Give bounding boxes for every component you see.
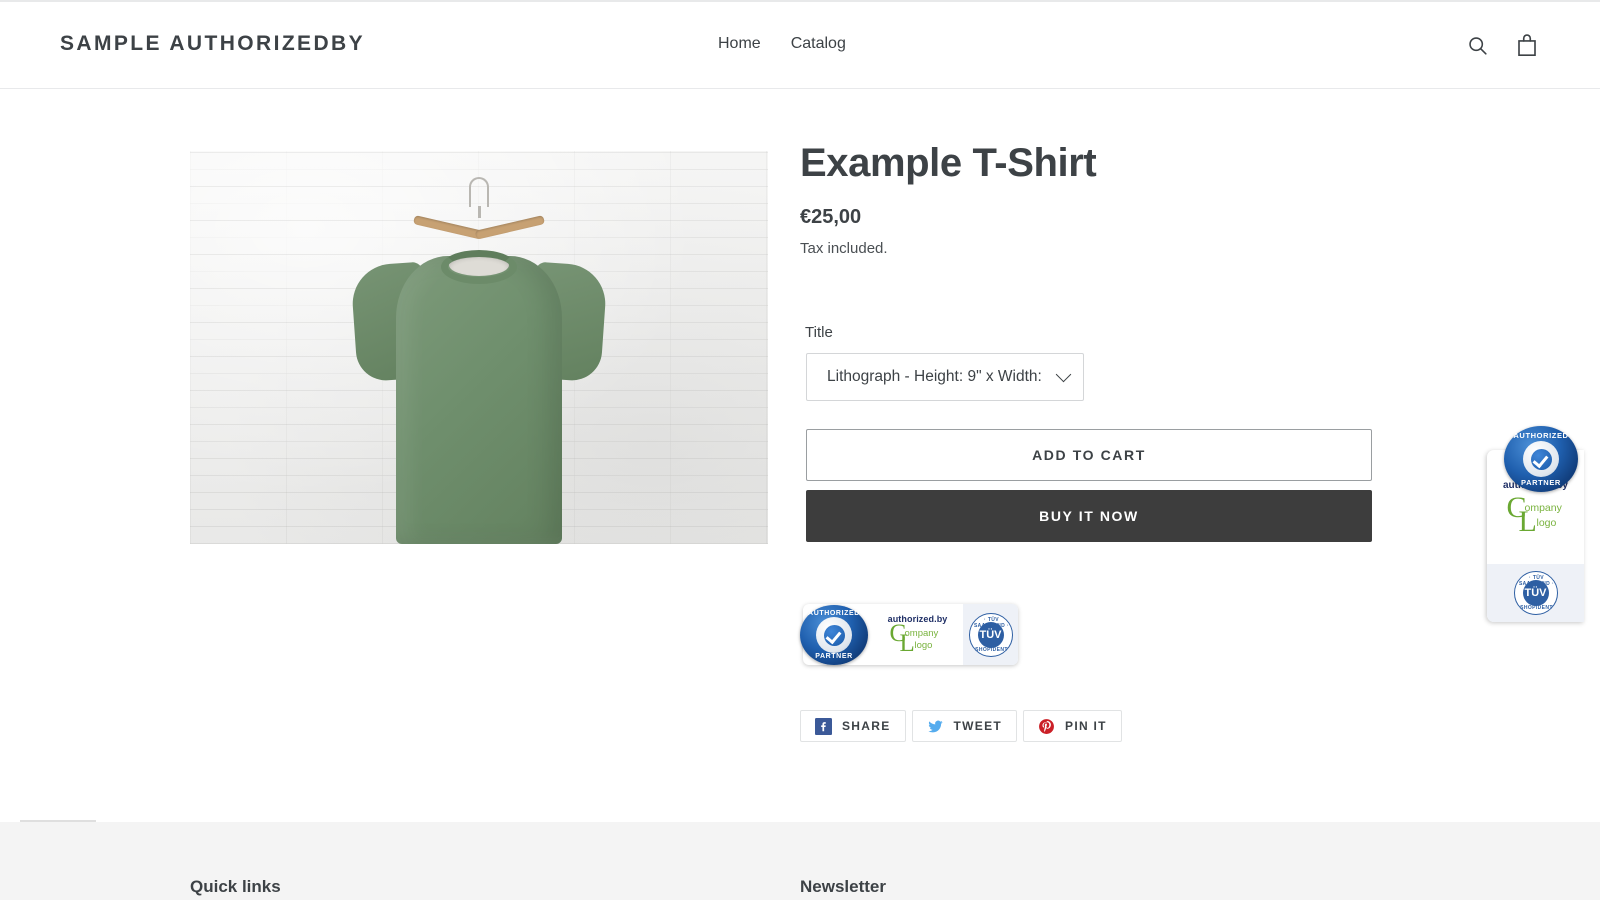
- authorized-partner-seal-icon: AUTHORIZED PARTNER: [800, 605, 868, 665]
- share-pinterest-label: Pin it: [1065, 719, 1107, 733]
- tuv-seal-bottom-text: SHOPIDENT: [975, 646, 1008, 653]
- company-logo-word-company: ompany: [904, 628, 939, 639]
- add-to-cart-button[interactable]: Add to cart: [806, 429, 1372, 481]
- company-logo-icon-sticky: C L ompany logo: [1501, 493, 1571, 539]
- nav-item-home[interactable]: Home: [718, 35, 761, 53]
- tuv-seal-sticky-bottom-text: SHOPIDENT: [1520, 605, 1553, 611]
- site-header: Sample authorizedby Home Catalog: [0, 2, 1600, 89]
- tax-note: Tax included.: [800, 240, 888, 257]
- site-footer: Quick links Newsletter: [0, 810, 1600, 900]
- partner-seal-bottom-text: PARTNER: [815, 653, 853, 660]
- cart-icon[interactable]: [1514, 30, 1540, 60]
- product-price: €25,00: [800, 206, 862, 228]
- company-logo-icon: C L ompany logo: [887, 621, 949, 656]
- footer-cut-element: [20, 810, 96, 822]
- partner-seal-top-text: AUTHORIZED: [808, 610, 860, 617]
- tuv-seal-sticky-top-text: · TÜV SAARLAND ·: [1518, 575, 1555, 587]
- share-twitter-button[interactable]: Tweet: [911, 710, 1018, 742]
- company-logo-sticky-word-company: ompany: [1524, 502, 1562, 514]
- share-twitter-label: Tweet: [953, 719, 1003, 733]
- product-page-main: Example T-Shirt €25,00 Tax included. Tit…: [0, 90, 1600, 820]
- tshirt-graphic: [350, 236, 608, 544]
- product-title: Example T-Shirt: [800, 141, 1097, 185]
- share-buttons: Share Tweet Pin it: [800, 710, 1122, 742]
- tuv-seal-panel-sticky: · TÜV SAARLAND · TÜV SHOPIDENT: [1487, 564, 1584, 622]
- tuv-seal-top-text: · TÜV SAARLAND ·: [973, 616, 1010, 629]
- check-mark-shape: [823, 624, 845, 646]
- chevron-down-icon: [1055, 366, 1072, 382]
- product-image[interactable]: [190, 151, 768, 544]
- tshirt-collar: [441, 250, 517, 284]
- check-circle-icon: [816, 617, 852, 653]
- company-logo-word-logo: logo: [914, 640, 933, 651]
- header-actions: [1464, 30, 1540, 60]
- trustbadge-inline[interactable]: ··· authorized.by C L ompany logo · TÜV …: [800, 604, 1018, 668]
- nav-item-catalog[interactable]: Catalog: [791, 35, 846, 53]
- tuv-seal-icon: · TÜV SAARLAND · TÜV SHOPIDENT: [968, 612, 1013, 657]
- buy-it-now-button[interactable]: Buy it now: [806, 490, 1372, 542]
- partner-seal-sticky-disc: AUTHORIZED PARTNER: [1504, 426, 1578, 492]
- main-navigation: Home Catalog: [718, 35, 846, 53]
- check-circle-icon-sticky: [1523, 441, 1559, 477]
- trustbadge-sticky[interactable]: ··· authorized.by C L ompany logo · TÜV …: [1487, 426, 1600, 622]
- footer-newsletter-heading: Newsletter: [800, 877, 886, 896]
- footer-quick-links-heading: Quick links: [190, 877, 281, 896]
- pinterest-icon: [1039, 718, 1054, 734]
- variant-select-value: Lithograph - Height: 9" x Width:: [827, 368, 1042, 385]
- search-icon[interactable]: [1464, 30, 1490, 60]
- share-facebook-button[interactable]: Share: [800, 710, 906, 742]
- tuv-seal-panel: · TÜV SAARLAND · TÜV SHOPIDENT: [963, 604, 1018, 665]
- share-facebook-label: Share: [842, 719, 891, 733]
- check-mark-shape-sticky: [1530, 448, 1552, 470]
- share-pinterest-button[interactable]: Pin it: [1023, 710, 1122, 742]
- company-logo-sticky-word-logo: logo: [1536, 517, 1557, 529]
- variant-label: Title: [805, 324, 833, 341]
- trustbadge-brand-block: authorized.by C L ompany logo: [871, 604, 964, 665]
- tuv-seal-icon-sticky: · TÜV SAARLAND · TÜV SHOPIDENT: [1513, 571, 1558, 615]
- twitter-icon: [927, 720, 943, 732]
- product-details: Example T-Shirt €25,00 Tax included. Tit…: [800, 90, 1400, 742]
- partner-seal-sticky-bottom-text: PARTNER: [1521, 478, 1561, 487]
- partner-seal-sticky-top-text: AUTHORIZED: [1513, 431, 1569, 440]
- variant-select[interactable]: Lithograph - Height: 9" x Width:: [806, 353, 1084, 401]
- tshirt-body: [396, 256, 562, 544]
- authorized-partner-seal-icon-sticky: AUTHORIZED PARTNER: [1504, 426, 1578, 492]
- site-logo[interactable]: Sample authorizedby: [60, 32, 365, 56]
- hanger-hook-shape: [469, 177, 489, 218]
- facebook-icon: [815, 717, 832, 735]
- trustbadge-sticky-brand-block: authorized.by C L ompany logo: [1487, 480, 1584, 560]
